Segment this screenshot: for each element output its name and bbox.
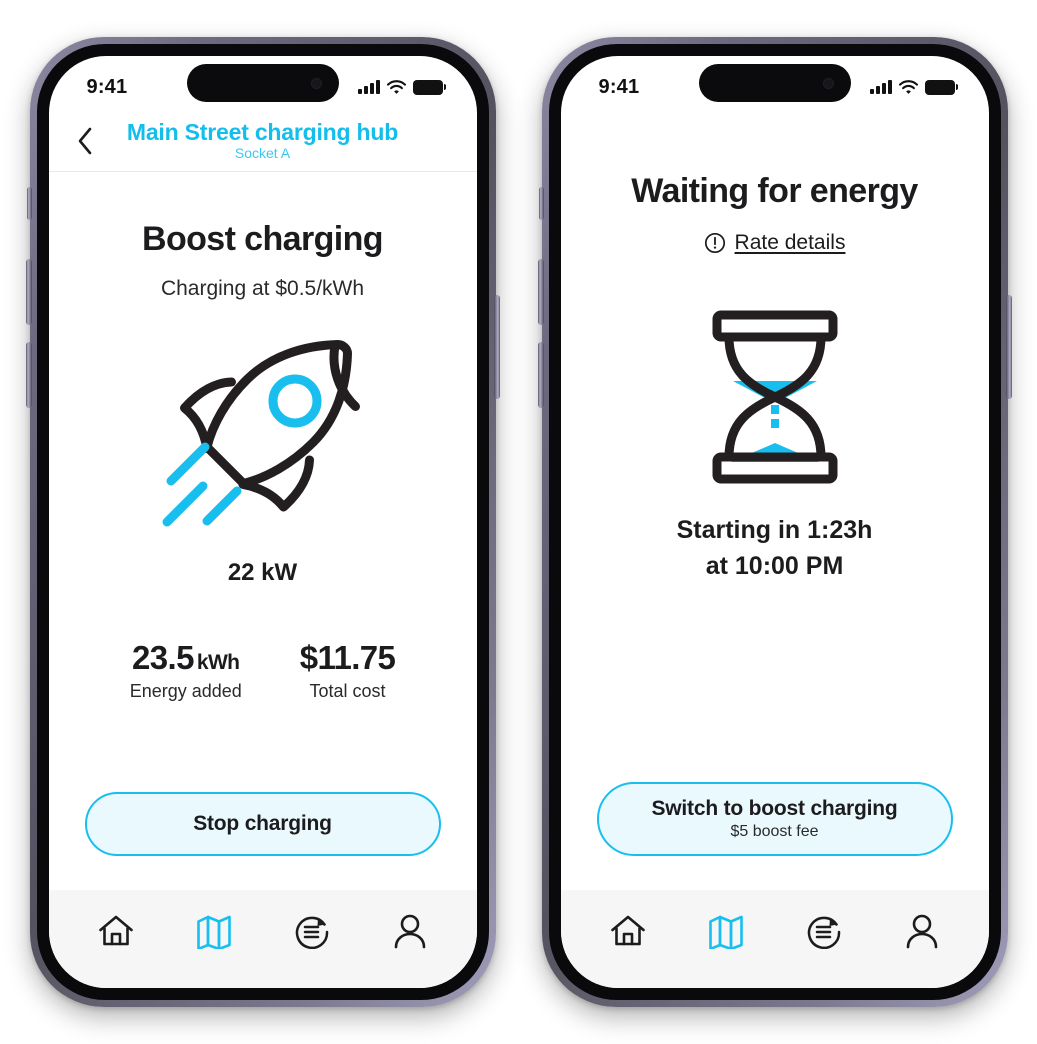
exclamation-circle-icon <box>704 232 725 254</box>
stop-charging-label: Stop charging <box>193 812 332 835</box>
battery-icon-2 <box>924 79 958 95</box>
header-titles: Main Street charging hub Socket A <box>126 118 399 162</box>
phone-screen-boost: 9:41 Main Street charging hub Socket A B… <box>48 56 477 988</box>
phone-screen-waiting: 9:41 Waiting for energy Rate details Sta… <box>560 56 989 988</box>
bottom-tab-bar-1 <box>48 890 477 988</box>
power-button-2[interactable] <box>1005 295 1012 399</box>
stat-cost-label: Total cost <box>309 681 386 701</box>
wifi-icon-2 <box>898 79 918 94</box>
tab-map-2[interactable] <box>695 905 757 957</box>
rate-details-link[interactable]: Rate details <box>704 231 846 255</box>
wifi-icon <box>386 79 406 94</box>
mute-switch-button-2[interactable] <box>538 187 544 220</box>
tab-history-2[interactable] <box>793 905 855 957</box>
home-icon <box>98 915 133 946</box>
stop-charging-button[interactable]: Stop charging <box>84 792 441 856</box>
status-bar: 9:41 <box>49 56 477 110</box>
back-button[interactable] <box>67 122 105 160</box>
home-icon-2 <box>610 915 645 946</box>
status-time-2: 9:41 <box>598 75 640 98</box>
stat-energy-value: 23.5 kWh <box>130 639 242 677</box>
volume-up-button[interactable] <box>25 259 32 325</box>
volume-down-button-2[interactable] <box>537 342 544 408</box>
person-icon-2 <box>906 914 937 949</box>
power-button[interactable] <box>493 295 500 399</box>
front-camera-icon <box>310 77 322 89</box>
dynamic-island-2 <box>698 64 851 102</box>
eta-line-2: at 10:00 PM <box>705 551 844 580</box>
page-subtitle: Socket A <box>234 145 291 162</box>
status-bar-2: 9:41 <box>561 56 989 110</box>
page-title: Main Street charging hub <box>126 118 399 145</box>
volume-up-button-2[interactable] <box>537 259 544 325</box>
tab-profile-2[interactable] <box>891 905 953 957</box>
hero-illustration-boost <box>147 329 379 537</box>
switch-to-boost-sublabel: $5 boost fee <box>730 823 819 840</box>
tab-profile[interactable] <box>379 905 441 957</box>
screen-body-waiting: Waiting for energy Rate details Starting… <box>561 110 989 890</box>
stats-row: 23.5 kWh Energy added $11.75 Total cost <box>75 639 451 702</box>
map-icon-2 <box>708 915 743 949</box>
status-icons <box>357 79 446 95</box>
phone-bezel-2: 9:41 Waiting for energy Rate details Sta… <box>548 44 1001 1000</box>
front-camera-icon-2 <box>822 77 834 89</box>
tab-home-2[interactable] <box>597 905 659 957</box>
status-time: 9:41 <box>86 75 128 98</box>
screen-subtitle: Charging at $0.5/kWh <box>160 277 365 300</box>
stat-energy-unit: kWh <box>196 651 240 674</box>
status-icons-2 <box>869 79 958 95</box>
rocket-icon <box>162 340 360 527</box>
stat-energy-added: 23.5 kWh Energy added <box>130 639 242 702</box>
screen-title-2: Waiting for energy <box>631 172 918 210</box>
phone-device-waiting: 9:41 Waiting for energy Rate details Sta… <box>537 37 1012 1007</box>
dynamic-island <box>186 64 339 102</box>
chevron-left-icon <box>78 127 92 154</box>
switch-to-boost-button[interactable]: Switch to boost charging $5 boost fee <box>596 782 953 856</box>
battery-icon <box>412 79 446 95</box>
volume-down-button[interactable] <box>25 342 32 408</box>
tab-map[interactable] <box>183 905 245 957</box>
screen-body-boost: Boost charging Charging at $0.5/kWh 22 k… <box>49 172 477 890</box>
rate-details-label: Rate details <box>734 231 846 254</box>
stat-energy-number: 23.5 <box>132 639 194 676</box>
cellular-signal-icon-2 <box>869 80 892 94</box>
tab-home[interactable] <box>85 905 147 957</box>
stat-total-cost: $11.75 Total cost <box>300 639 396 702</box>
eta-text: Starting in 1:23h at 10:00 PM <box>677 513 873 584</box>
cellular-signal-icon <box>357 80 380 94</box>
hero-illustration-waiting <box>695 307 855 487</box>
screenshot-canvas: 9:41 Main Street charging hub Socket A B… <box>0 0 1037 1044</box>
eta-line-1: Starting in 1:23h <box>676 516 873 544</box>
switch-to-boost-label: Switch to boost charging <box>651 797 898 820</box>
hourglass-icon <box>712 310 837 484</box>
app-header: Main Street charging hub Socket A <box>48 110 477 172</box>
person-icon <box>394 914 425 949</box>
map-icon <box>196 915 231 949</box>
stat-cost-value: $11.75 <box>299 639 396 676</box>
tab-history[interactable] <box>281 905 343 957</box>
screen-title: Boost charging <box>142 220 384 258</box>
bottom-tab-bar-2 <box>560 890 989 988</box>
phone-bezel: 9:41 Main Street charging hub Socket A B… <box>36 44 489 1000</box>
mute-switch-button[interactable] <box>26 187 32 220</box>
history-icon-2 <box>807 916 840 949</box>
stat-energy-label: Energy added <box>129 681 242 701</box>
history-icon <box>295 916 328 949</box>
phone-device-boost: 9:41 Main Street charging hub Socket A B… <box>25 37 500 1007</box>
power-readout: 22 kW <box>227 559 298 586</box>
